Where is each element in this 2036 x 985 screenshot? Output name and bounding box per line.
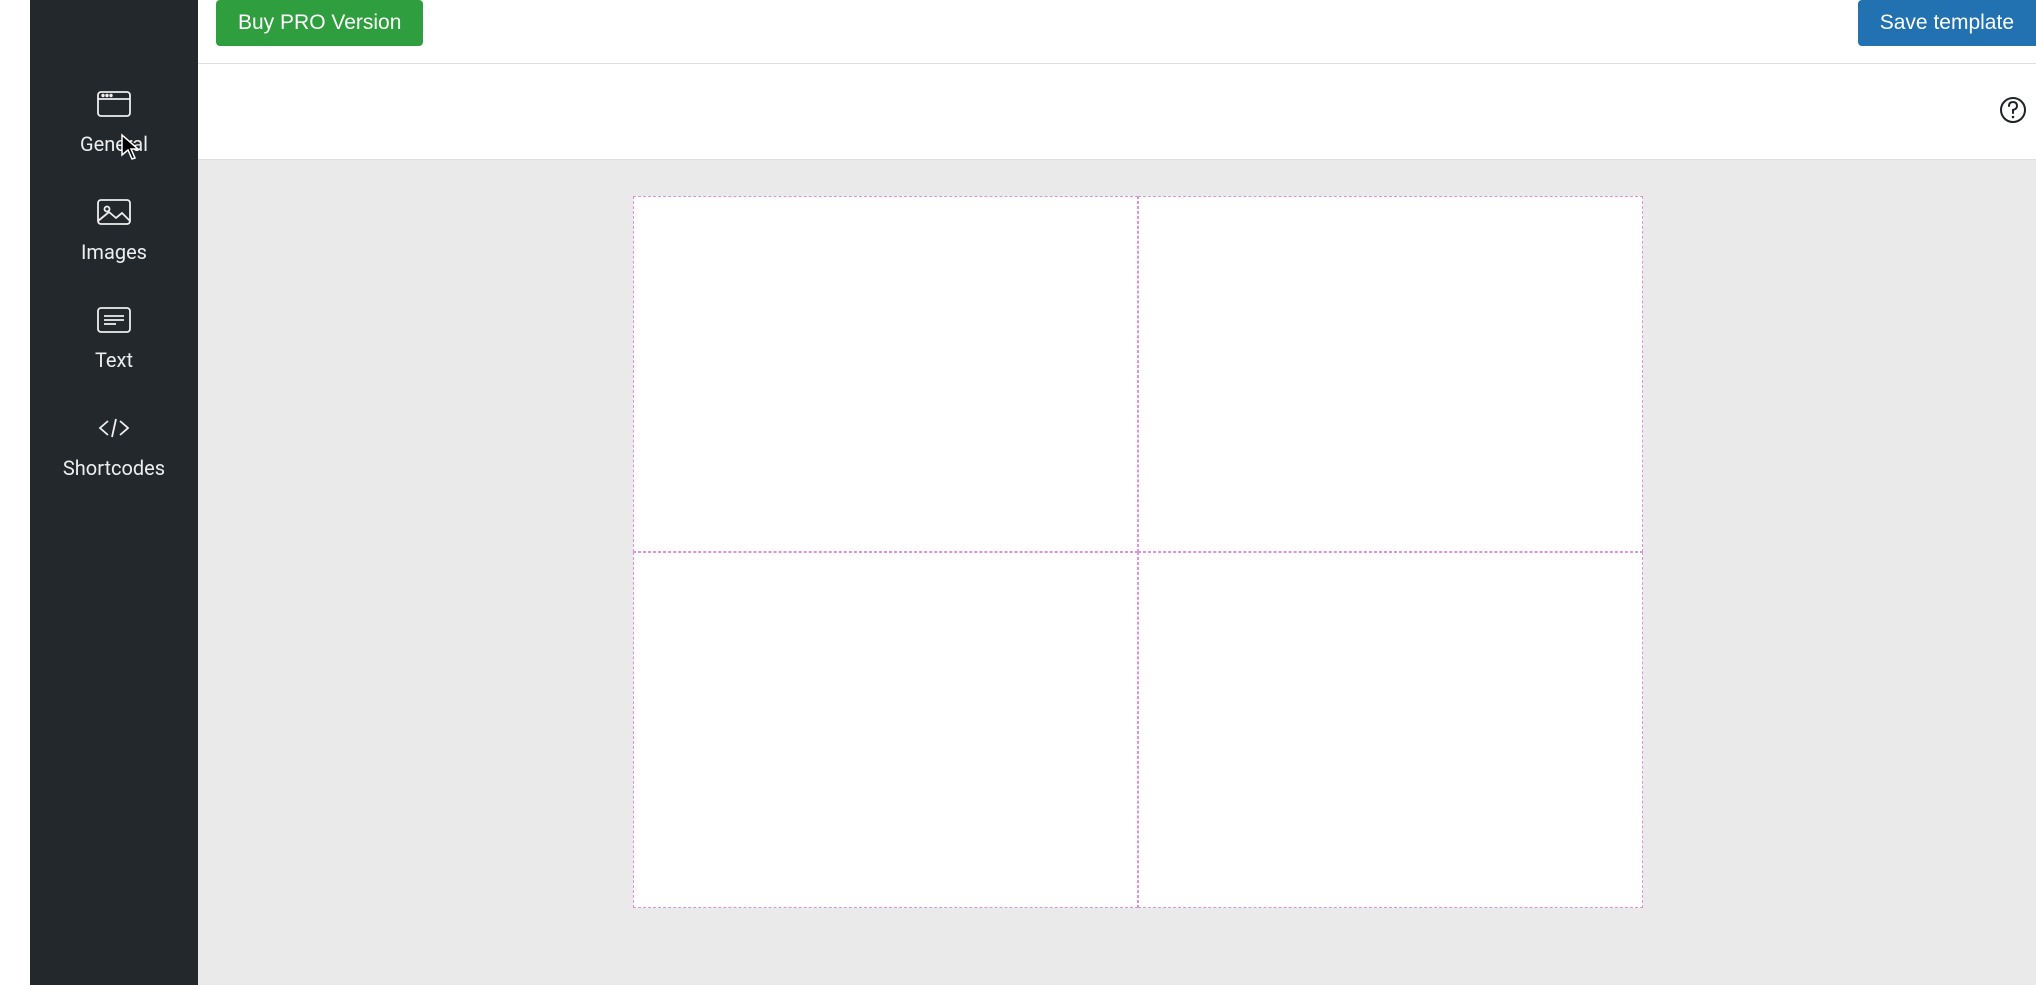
sidebar-item-label: General <box>80 132 148 156</box>
window-icon <box>96 88 132 120</box>
sidebar-item-shortcodes[interactable]: Shortcodes <box>30 392 198 500</box>
text-lines-icon <box>96 304 132 336</box>
template-grid <box>633 196 1643 908</box>
template-cell-bottom-left[interactable] <box>633 552 1138 908</box>
save-template-button[interactable]: Save template <box>1858 0 2036 46</box>
buy-pro-button[interactable]: Buy PRO Version <box>216 0 423 46</box>
template-cell-bottom-right[interactable] <box>1138 552 1643 908</box>
sidebar: General Images Text <box>30 0 198 985</box>
sidebar-item-label: Images <box>81 240 147 264</box>
wp-admin-strip <box>0 0 30 985</box>
sidebar-item-text[interactable]: Text <box>30 284 198 392</box>
help-button[interactable] <box>1998 97 2028 127</box>
sub-header <box>198 64 2036 160</box>
main-area: Buy PRO Version Save template <box>198 0 2036 985</box>
image-icon <box>96 196 132 228</box>
sidebar-item-label: Shortcodes <box>63 456 165 480</box>
header-bar: Buy PRO Version Save template <box>198 0 2036 64</box>
sidebar-item-label: Text <box>95 348 133 372</box>
template-cell-top-right[interactable] <box>1138 196 1643 552</box>
canvas-area <box>198 160 2036 985</box>
help-icon <box>1999 96 2027 128</box>
sidebar-item-general[interactable]: General <box>30 68 198 176</box>
sidebar-item-images[interactable]: Images <box>30 176 198 284</box>
template-cell-top-left[interactable] <box>633 196 1138 552</box>
code-icon <box>96 412 132 444</box>
